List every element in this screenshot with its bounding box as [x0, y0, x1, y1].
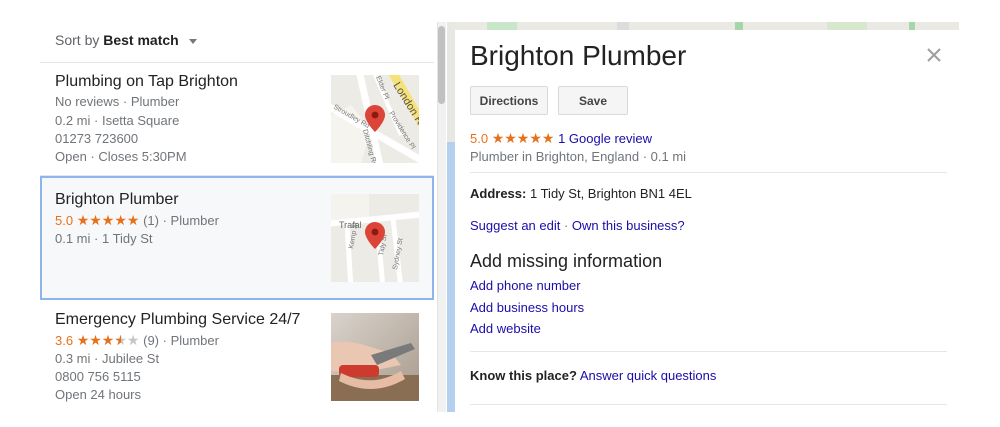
- place-category: Plumber in Brighton, England: [470, 149, 640, 164]
- result-name: Emergency Plumbing Service 24/7: [55, 311, 301, 328]
- star-rating-icon: ★★★★★: [491, 130, 555, 146]
- answer-questions-link[interactable]: Answer quick questions: [580, 368, 717, 383]
- map-water: [447, 142, 455, 412]
- result-rating-value: 3.6: [55, 333, 74, 348]
- result-location: 0.1 mi · 1 Tidy St: [55, 231, 153, 246]
- place-distance: 0.1 mi: [650, 149, 687, 164]
- divider: [470, 351, 947, 352]
- divider: [470, 172, 947, 173]
- result-name: Plumbing on Tap Brighton: [55, 73, 238, 90]
- star-rating-icon: ★★★★★: [76, 212, 140, 228]
- result-address: 1 Tidy St: [101, 231, 153, 246]
- caret-down-icon: [188, 38, 197, 44]
- scrollbar-thumb[interactable]: [438, 26, 445, 104]
- know-this-place: Know this place? Answer quick questions: [470, 368, 716, 383]
- directions-button[interactable]: Directions: [470, 86, 548, 115]
- sort-value: Best match: [103, 32, 179, 48]
- result-location: 0.3 mi · Jubilee St: [55, 351, 160, 366]
- result-hours: Open 24 hours: [55, 387, 142, 402]
- result-item-plumbing-on-tap[interactable]: Plumbing on Tap Brighton No reviews · Pl…: [40, 63, 434, 176]
- result-address: Isetta Square: [101, 113, 180, 128]
- result-category: Plumber: [170, 213, 219, 228]
- suggest-edit-link[interactable]: Suggest an edit: [470, 218, 560, 233]
- result-reviews: No reviews: [55, 94, 120, 109]
- place-title: Brighton Plumber: [470, 40, 687, 71]
- result-category: Plumber: [130, 94, 180, 109]
- place-address: Address: 1 Tidy St, Brighton BN1 4EL: [470, 186, 692, 201]
- result-map-thumbnail[interactable]: Trafal Kemp St Tidy St Sydney St: [331, 194, 419, 282]
- place-rating-value: 5.0: [470, 131, 489, 146]
- sort-prefix: Sort by: [55, 32, 100, 48]
- result-address: Jubilee St: [101, 351, 160, 366]
- add-hours-link[interactable]: Add business hours: [470, 300, 584, 315]
- result-meta: No reviews · Plumber: [55, 94, 180, 109]
- address-value: 1 Tidy St, Brighton BN1 4EL: [529, 186, 692, 201]
- result-rating-row: 3.6 ★★★★★★ (9) · Plumber: [55, 332, 219, 348]
- result-hours: Open · Closes 5:30PM: [55, 149, 187, 164]
- add-phone-link[interactable]: Add phone number: [470, 278, 581, 293]
- result-distance: 0.2 mi: [55, 113, 91, 128]
- result-distance: 0.1 mi: [55, 231, 91, 246]
- result-name: Brighton Plumber: [55, 191, 179, 208]
- edit-links: Suggest an edit · Own this business?: [470, 218, 685, 233]
- sort-dropdown[interactable]: Sort by Best match: [55, 32, 197, 48]
- result-phone: 0800 756 5115: [55, 369, 141, 384]
- result-rating-row: 5.0 ★★★★★ (1) · Plumber: [55, 212, 219, 228]
- result-phone: 01273 723600: [55, 131, 139, 146]
- result-location: 0.2 mi · Isetta Square: [55, 113, 180, 128]
- result-rating-value: 5.0: [55, 213, 74, 228]
- add-website-link[interactable]: Add website: [470, 321, 541, 336]
- result-item-emergency-plumbing[interactable]: Emergency Plumbing Service 24/7 3.6 ★★★★…: [40, 300, 434, 412]
- close-icon[interactable]: [923, 44, 945, 66]
- own-business-link[interactable]: Own this business?: [572, 218, 685, 233]
- result-closing: Closes 5:30PM: [98, 149, 187, 164]
- place-detail-panel: Brighton Plumber Directions Save 5.0 ★★★…: [455, 30, 959, 412]
- place-category-row: Plumber in Brighton, England · 0.1 mi: [470, 149, 687, 164]
- place-rating-row: 5.0 ★★★★★ 1 Google review: [470, 130, 652, 147]
- result-photo[interactable]: [331, 313, 419, 401]
- save-button[interactable]: Save: [558, 86, 628, 115]
- address-label: Address:: [470, 186, 527, 201]
- result-map-thumbnail[interactable]: London Rd Elder Pl Providence Pl Ditchli…: [331, 75, 419, 163]
- results-list: Sort by Best match Plumbing on Tap Brigh…: [40, 22, 434, 412]
- map-edge: [447, 22, 455, 412]
- result-status: Open: [55, 149, 87, 164]
- star-rating-icon: ★★★★★★: [76, 332, 140, 348]
- result-review-count: (1): [143, 213, 159, 228]
- missing-info-heading: Add missing information: [470, 251, 663, 271]
- result-category: Plumber: [170, 333, 219, 348]
- know-label: Know this place?: [470, 368, 577, 383]
- google-review-link[interactable]: 1 Google review: [558, 131, 652, 146]
- result-review-count: (9): [143, 333, 159, 348]
- result-item-brighton-plumber[interactable]: Brighton Plumber 5.0 ★★★★★ (1) · Plumber…: [40, 176, 434, 300]
- divider: [470, 404, 947, 405]
- result-distance: 0.3 mi: [55, 351, 91, 366]
